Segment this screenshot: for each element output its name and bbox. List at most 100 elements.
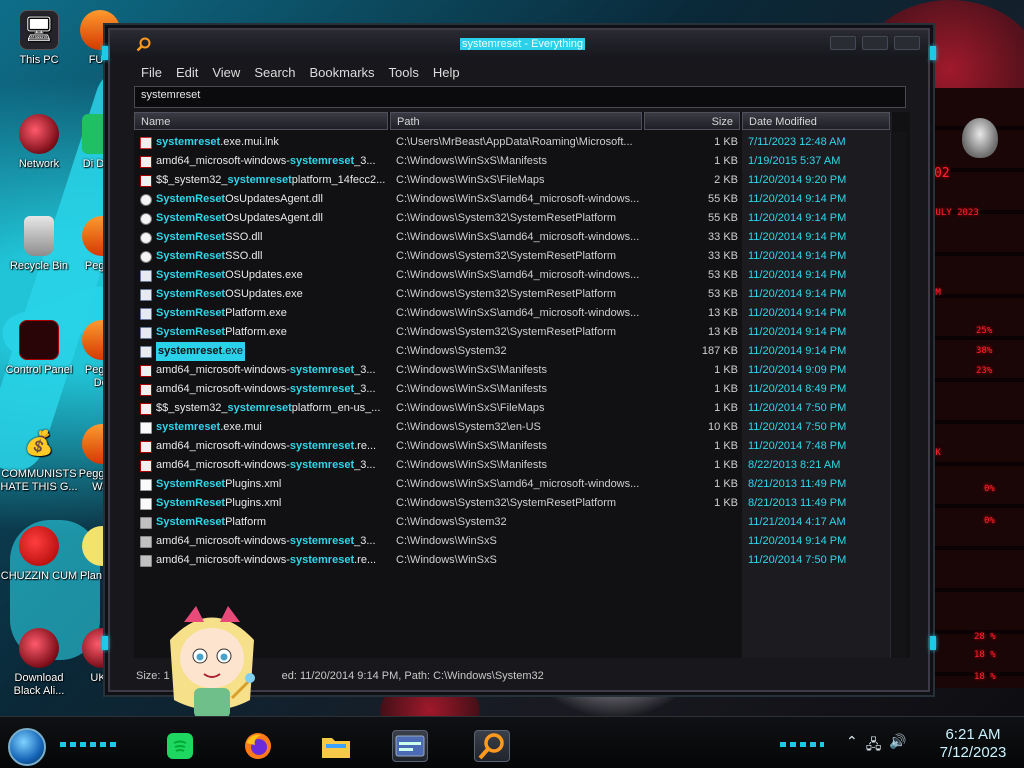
result-row[interactable]: systemreset.exe C:\Windows\System32 187 KB… — [134, 342, 910, 361]
result-name-cell: systemreset.exe.mui.lnk — [140, 133, 392, 152]
result-row[interactable]: SystemResetPlatform.exe C:\Windows\System… — [134, 323, 910, 342]
result-size: 1 KB — [714, 136, 738, 148]
result-row[interactable]: $$_system32_systemresetplatform_14fecc2.… — [134, 171, 910, 190]
result-name-match: systemreset — [289, 364, 355, 376]
result-name: SystemResetPlatform — [156, 513, 266, 532]
control-panel-icon — [19, 320, 59, 360]
frame-accent — [930, 636, 936, 650]
menu-bar: File Edit View Search Bookmarks Tools He… — [134, 62, 467, 84]
alien-download-icon — [19, 628, 59, 668]
desktop-icon-recycle-bin[interactable]: Recycle Bin — [0, 216, 78, 273]
menu-edit[interactable]: Edit — [169, 62, 205, 84]
result-row[interactable]: amd64_microsoft-windows-systemreset_3...… — [134, 361, 910, 380]
results-list[interactable]: Name Path Size Date Modified systemreset… — [134, 112, 910, 658]
result-name: $$_system32_systemresetplatform_14fecc2.… — [156, 171, 385, 190]
result-row[interactable]: SystemResetPlatform.exe C:\Windows\WinSxS… — [134, 304, 910, 323]
menu-file[interactable]: File — [134, 62, 169, 84]
result-row[interactable]: systemreset.exe.mui.lnk C:\Users\MrBeast\… — [134, 133, 910, 152]
menu-view[interactable]: View — [205, 62, 247, 84]
column-header-name[interactable]: Name — [134, 112, 388, 130]
search-input[interactable]: systemreset — [134, 86, 906, 108]
result-name-match: systemreset — [289, 535, 355, 547]
result-row[interactable]: amd64_microsoft-windows-systemreset.re..… — [134, 551, 910, 570]
result-name-prefix: amd64_microsoft-windows- — [156, 554, 290, 566]
show-hidden-icons-icon[interactable]: ⌃ — [846, 734, 858, 758]
gadget-text: 02 — [934, 166, 950, 181]
start-button[interactable] — [8, 728, 46, 766]
result-name: amd64_microsoft-windows-systemreset_3... — [156, 380, 376, 399]
vertical-scrollbar[interactable] — [890, 132, 906, 658]
result-date: 11/20/2014 9:09 PM — [748, 364, 847, 376]
frame-accent — [930, 46, 936, 60]
column-header-size[interactable]: Size — [644, 112, 740, 130]
result-size: 1 KB — [714, 478, 738, 490]
menu-help[interactable]: Help — [426, 62, 467, 84]
taskbar-firefox-button[interactable] — [240, 730, 276, 762]
result-row[interactable]: SystemResetPlatform C:\Windows\System32 11… — [134, 513, 910, 532]
result-row[interactable]: amd64_microsoft-windows-systemreset_3...… — [134, 456, 910, 475]
result-path: C:\Windows\WinSxS — [396, 535, 497, 547]
result-date: 11/20/2014 9:14 PM — [748, 307, 847, 319]
result-row[interactable]: amd64_microsoft-windows-systemreset_3...… — [134, 380, 910, 399]
column-header-date[interactable]: Date Modified — [742, 112, 890, 130]
desktop-icon-network[interactable]: Network — [0, 114, 78, 171]
result-row[interactable]: SystemResetPlugins.xml C:\Windows\WinSxS\… — [134, 475, 910, 494]
result-path: C:\Windows\WinSxS\amd64_microsoft-window… — [396, 269, 640, 281]
desktop-icon-label: Download Black Ali... — [13, 672, 65, 697]
desktop-icon-control-panel[interactable]: Control Panel — [0, 320, 78, 377]
result-name-match: systemreset — [289, 554, 355, 566]
taskbar-everything-button[interactable] — [474, 730, 510, 762]
result-row[interactable]: SystemResetSSO.dll C:\Windows\System32\Sy… — [134, 247, 910, 266]
title-bar[interactable]: systemreset - Everything — [110, 30, 928, 58]
menu-search[interactable]: Search — [247, 62, 302, 84]
result-row[interactable]: amd64_microsoft-windows-systemreset.re..… — [134, 437, 910, 456]
result-size: 2 KB — [714, 174, 738, 186]
desktop-icon-download-black-alien[interactable]: Download Black Ali... — [0, 628, 78, 697]
gadget-text: 18 % — [974, 650, 996, 660]
result-name-suffix: SSO.dll — [225, 231, 263, 243]
desktop-icon-label: CHUZZIN CUM — [0, 570, 78, 582]
result-size: 55 KB — [708, 212, 738, 224]
desktop-icon-communists[interactable]: 💰 COMMUNISTS HATE THIS G... — [0, 424, 78, 493]
minimize-button[interactable] — [830, 36, 856, 50]
result-date: 11/20/2014 9:14 PM — [748, 231, 847, 243]
result-row[interactable]: $$_system32_systemresetplatform_en-us_..… — [134, 399, 910, 418]
result-row[interactable]: SystemResetOSUpdates.exe C:\Windows\Syste… — [134, 285, 910, 304]
close-button[interactable] — [894, 36, 920, 50]
maximize-button[interactable] — [862, 36, 888, 50]
result-name-match: SystemReset — [156, 497, 226, 509]
result-name: SystemResetSSO.dll — [156, 247, 262, 266]
result-name-suffix: .exe.mui.lnk — [220, 136, 279, 148]
taskbar-control-panel-button[interactable] — [392, 730, 428, 762]
result-name-cell: $$_system32_systemresetplatform_14fecc2.… — [140, 171, 392, 190]
result-path: C:\Windows\WinSxS — [396, 554, 497, 566]
result-date: 11/20/2014 9:14 PM — [748, 535, 847, 547]
volume-icon[interactable]: 🔊 — [889, 734, 906, 758]
result-row[interactable]: systemreset.exe.mui C:\Windows\System32\e… — [134, 418, 910, 437]
everything-window[interactable]: systemreset - Everything File Edit View … — [102, 28, 936, 692]
network-icon[interactable]: 🖧 — [866, 734, 882, 758]
result-size: 13 KB — [708, 326, 738, 338]
menu-bookmarks[interactable]: Bookmarks — [303, 62, 382, 84]
result-name-suffix: .re... — [354, 554, 377, 566]
desktop-icon-chuzzin[interactable]: CHUZZIN CUM — [0, 526, 78, 583]
frame-accent — [102, 46, 108, 60]
result-row[interactable]: SystemResetOSUpdates.exe C:\Windows\WinSx… — [134, 266, 910, 285]
firefox-icon — [245, 733, 271, 759]
desktop-icon-label: COMMUNISTS HATE THIS G... — [0, 468, 78, 493]
menu-tools[interactable]: Tools — [382, 62, 426, 84]
result-row[interactable]: SystemResetOsUpdatesAgent.dll C:\Windows\… — [134, 209, 910, 228]
result-row[interactable]: amd64_microsoft-windows-systemreset_3...… — [134, 532, 910, 551]
taskbar-file-explorer-button[interactable] — [318, 730, 354, 762]
taskbar-clock[interactable]: 6:21 AM 7/12/2023 — [930, 726, 1016, 762]
desktop-icon-this-pc[interactable]: 🖥 This PC — [0, 10, 78, 67]
taskbar-spotify-button[interactable] — [162, 730, 198, 762]
column-header-path[interactable]: Path — [390, 112, 642, 130]
result-row[interactable]: SystemResetPlugins.xml C:\Windows\System3… — [134, 494, 910, 513]
result-name-suffix: _3... — [354, 364, 376, 376]
result-row[interactable]: amd64_microsoft-windows-systemreset_3...… — [134, 152, 910, 171]
result-row[interactable]: SystemResetOsUpdatesAgent.dll C:\Windows\… — [134, 190, 910, 209]
result-name-cell: amd64_microsoft-windows-systemreset_3... — [140, 361, 392, 380]
result-date: 11/20/2014 9:14 PM — [748, 269, 847, 281]
result-row[interactable]: SystemResetSSO.dll C:\Windows\WinSxS\amd6… — [134, 228, 910, 247]
